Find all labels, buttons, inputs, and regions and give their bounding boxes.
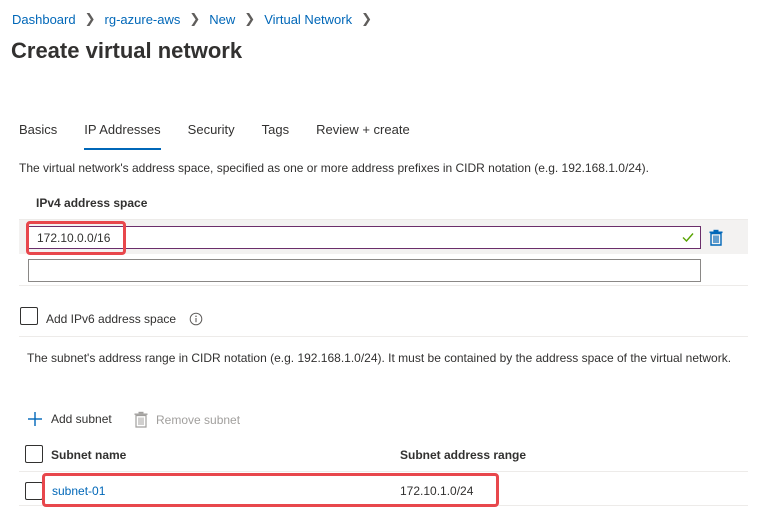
breadcrumb-resource-group[interactable]: rg-azure-aws	[105, 12, 181, 27]
subnet-description: The subnet's address range in CIDR notat…	[27, 351, 732, 365]
subnet-row-checkbox[interactable]	[25, 482, 43, 500]
column-header-subnet-range[interactable]: Subnet address range	[400, 448, 526, 462]
ipv6-checkbox[interactable]	[20, 307, 38, 325]
row-divider	[19, 505, 748, 506]
page-title: Create virtual network	[11, 38, 243, 63]
breadcrumb: Dashboard ❯ rg-azure-aws ❯ New ❯ Virtual…	[12, 10, 381, 28]
add-subnet-button[interactable]: Add subnet	[27, 411, 112, 427]
row-divider	[19, 336, 748, 337]
tab-tags[interactable]: Tags	[262, 121, 289, 150]
tab-bar: Basics IP Addresses Security Tags Review…	[19, 121, 437, 151]
tab-security[interactable]: Security	[188, 121, 235, 150]
add-subnet-label: Add subnet	[51, 412, 112, 426]
tab-ip-addresses[interactable]: IP Addresses	[84, 121, 161, 150]
subnet-address-range: 172.10.1.0/24	[400, 484, 474, 498]
select-all-subnets-checkbox[interactable]	[25, 445, 43, 463]
trash-icon[interactable]	[708, 229, 724, 246]
info-icon[interactable]	[189, 312, 203, 326]
ipv4-address-input-empty[interactable]	[28, 259, 701, 282]
tab-basics[interactable]: Basics	[19, 121, 57, 150]
breadcrumb-virtual-network[interactable]: Virtual Network	[264, 12, 352, 27]
chevron-right-icon: ❯	[189, 11, 201, 26]
chevron-right-icon: ❯	[244, 11, 256, 26]
chevron-right-icon: ❯	[361, 11, 373, 26]
chevron-right-icon: ❯	[84, 11, 96, 26]
tab-review-create[interactable]: Review + create	[316, 121, 410, 150]
checkmark-icon	[682, 233, 694, 243]
subnet-name-link[interactable]: subnet-01	[52, 484, 105, 498]
plus-icon	[28, 412, 42, 426]
row-divider	[19, 285, 748, 286]
ipv4-address-input[interactable]	[28, 226, 701, 249]
column-header-subnet-name[interactable]: Subnet name	[51, 448, 126, 462]
address-space-description: The virtual network's address space, spe…	[19, 161, 649, 175]
row-divider	[19, 219, 748, 220]
ipv4-address-space-label: IPv4 address space	[36, 196, 148, 210]
breadcrumb-dashboard[interactable]: Dashboard	[12, 12, 76, 27]
ipv6-checkbox-label: Add IPv6 address space	[46, 312, 177, 326]
remove-subnet-button[interactable]: Remove subnet	[134, 411, 240, 428]
trash-icon	[134, 411, 148, 428]
breadcrumb-new[interactable]: New	[209, 12, 235, 27]
remove-subnet-label: Remove subnet	[156, 412, 241, 427]
row-divider	[19, 471, 748, 472]
